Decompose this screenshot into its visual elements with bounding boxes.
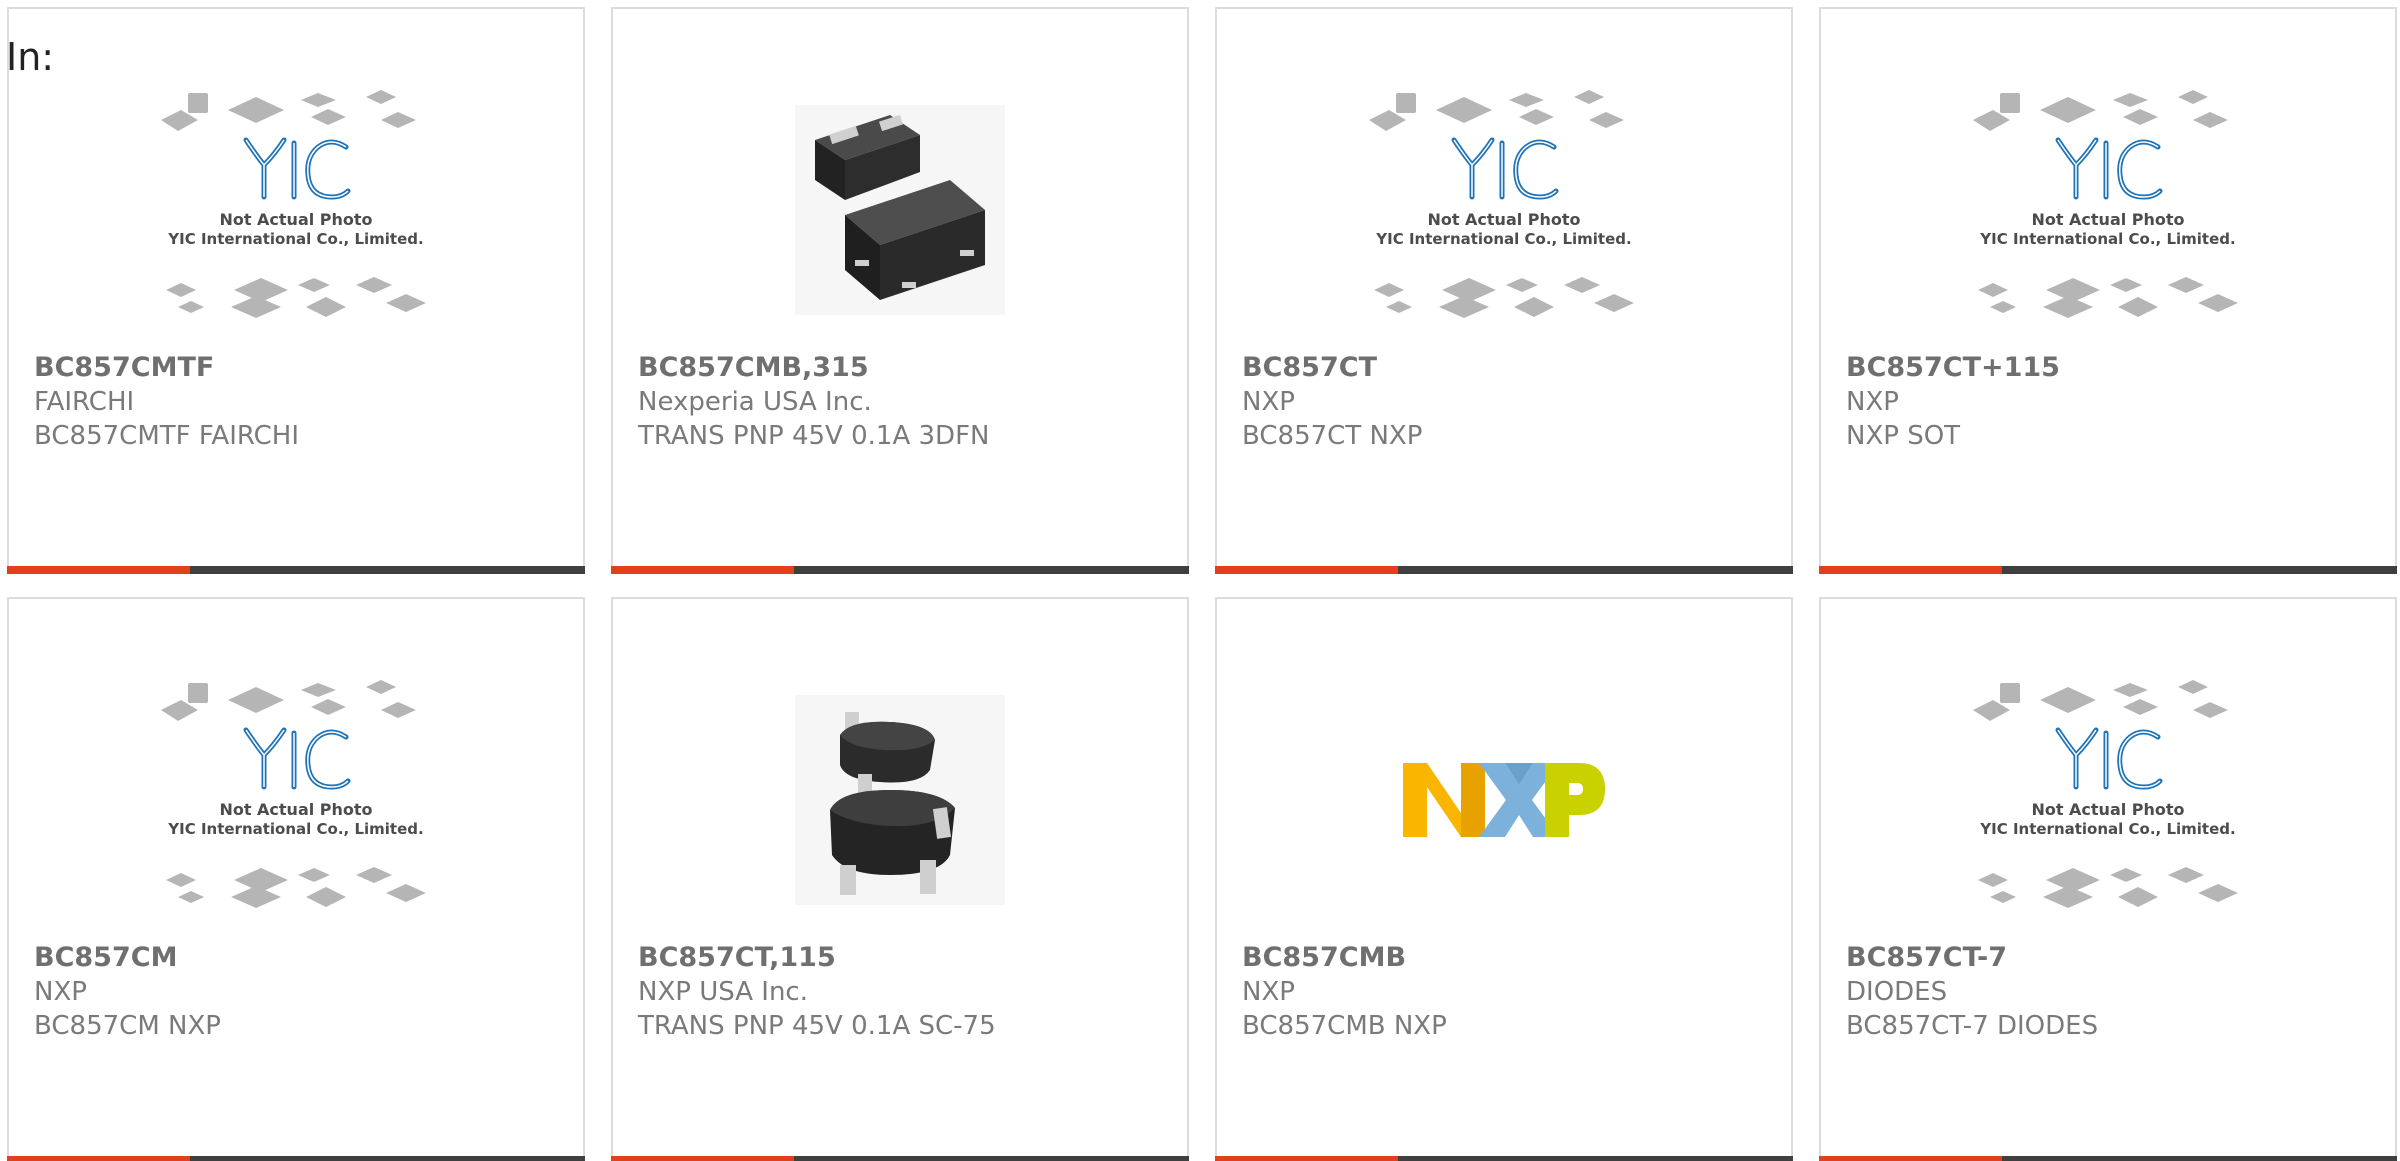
product-image-placeholder: Not Actual Photo YIC International Co., …	[49, 667, 543, 933]
dfn-package-photo	[795, 105, 1005, 315]
placeholder-line1: Not Actual Photo	[219, 210, 372, 229]
part-number[interactable]: BC857CT-7	[1846, 941, 2375, 975]
placeholder-line2: YIC International Co., Limited.	[167, 820, 423, 838]
manufacturer: FAIRCHI	[34, 387, 135, 417]
description: BC857CMB NXP	[1242, 1011, 1447, 1041]
product-card[interactable]: BC857CMB,315 Nexperia USA Inc. TRANS PNP…	[611, 7, 1189, 574]
product-info: BC857CT NXP BC857CT NXP	[1242, 351, 1771, 453]
product-image-sc75-package	[653, 667, 1147, 933]
part-number[interactable]: BC857CMB,315	[638, 351, 1167, 385]
card-bottom-bar	[611, 1156, 1189, 1161]
product-card[interactable]: Not Actual Photo YIC International Co., …	[7, 7, 585, 574]
product-card[interactable]: Not Actual Photo YIC International Co., …	[1215, 7, 1793, 574]
card-bottom-bar	[1819, 566, 2397, 574]
yic-placeholder-image: Not Actual Photo YIC International Co., …	[1973, 680, 2238, 908]
card-bottom-bar	[1215, 1156, 1793, 1161]
card-accent	[1215, 1156, 1398, 1161]
card-bottom-bar	[7, 1156, 585, 1161]
product-card[interactable]: BC857CMB NXP BC857CMB NXP	[1215, 597, 1793, 1161]
description: TRANS PNP 45V 0.1A 3DFN	[638, 421, 990, 451]
product-grid-page: In: Not Actual Photo YIC International C…	[0, 0, 2400, 1161]
card-bottom-bar	[1819, 1156, 2397, 1161]
description: BC857CM NXP	[34, 1011, 221, 1041]
product-info: BC857CM NXP BC857CM NXP	[34, 941, 563, 1043]
yic-placeholder-image: Not Actual Photo YIC International Co., …	[161, 90, 426, 318]
yic-placeholder-image: Not Actual Photo YIC International Co., …	[161, 680, 426, 908]
card-bottom-bar	[7, 566, 585, 574]
placeholder-line2: YIC International Co., Limited.	[167, 230, 423, 248]
card-bottom-bar	[611, 566, 1189, 574]
yic-placeholder-image: Not Actual Photo YIC International Co., …	[1973, 90, 2238, 318]
part-number[interactable]: BC857CT	[1242, 351, 1771, 385]
part-number[interactable]: BC857CT+115	[1846, 351, 2375, 385]
in-label: In:	[6, 35, 55, 79]
placeholder-line2: YIC International Co., Limited.	[1375, 230, 1631, 248]
product-info: BC857CMTF FAIRCHI BC857CMTF FAIRCHI	[34, 351, 563, 453]
product-image-placeholder: Not Actual Photo YIC International Co., …	[1257, 77, 1751, 343]
part-number[interactable]: BC857CM	[34, 941, 563, 975]
nxp-logo-icon	[1403, 763, 1605, 837]
part-number[interactable]: BC857CT,115	[638, 941, 1167, 975]
description: TRANS PNP 45V 0.1A SC-75	[638, 1011, 996, 1041]
manufacturer: NXP	[34, 977, 87, 1007]
description: BC857CMTF FAIRCHI	[34, 421, 300, 451]
product-grid: Not Actual Photo YIC International Co., …	[0, 0, 2400, 1161]
product-info: BC857CT+115 NXP NXP SOT	[1846, 351, 2375, 453]
description: NXP SOT	[1846, 421, 1961, 451]
product-card[interactable]: BC857CT,115 NXP USA Inc. TRANS PNP 45V 0…	[611, 597, 1189, 1161]
product-image-placeholder: Not Actual Photo YIC International Co., …	[49, 77, 543, 343]
description: BC857CT-7 DIODES	[1846, 1011, 2099, 1041]
product-card[interactable]: Not Actual Photo YIC International Co., …	[1819, 597, 2397, 1161]
card-accent	[7, 1156, 190, 1161]
manufacturer: NXP	[1242, 977, 1295, 1007]
description: BC857CT NXP	[1242, 421, 1423, 451]
product-image-placeholder: Not Actual Photo YIC International Co., …	[1861, 77, 2355, 343]
card-accent	[7, 566, 190, 574]
product-card[interactable]: Not Actual Photo YIC International Co., …	[1819, 7, 2397, 574]
product-info: BC857CT-7 DIODES BC857CT-7 DIODES	[1846, 941, 2375, 1043]
product-image-dfn-package	[653, 77, 1147, 343]
card-accent	[1215, 566, 1398, 574]
product-card[interactable]: Not Actual Photo YIC International Co., …	[7, 597, 585, 1161]
manufacturer: DIODES	[1846, 977, 1948, 1007]
card-bottom-bar	[1215, 566, 1793, 574]
part-number[interactable]: BC857CMB	[1242, 941, 1771, 975]
placeholder-line1: Not Actual Photo	[219, 800, 372, 819]
sc75-package-photo	[795, 695, 1005, 905]
part-number[interactable]: BC857CMTF	[34, 351, 563, 385]
placeholder-line1: Not Actual Photo	[2031, 800, 2184, 819]
product-info: BC857CMB NXP BC857CMB NXP	[1242, 941, 1771, 1043]
card-accent	[611, 1156, 794, 1161]
manufacturer: NXP	[1846, 387, 1899, 417]
manufacturer: NXP USA Inc.	[638, 977, 808, 1007]
card-accent	[1819, 1156, 2002, 1161]
placeholder-line2: YIC International Co., Limited.	[1979, 820, 2235, 838]
placeholder-line2: YIC International Co., Limited.	[1979, 230, 2235, 248]
manufacturer: Nexperia USA Inc.	[638, 387, 872, 417]
placeholder-line1: Not Actual Photo	[2031, 210, 2184, 229]
product-image-nxp-logo	[1257, 667, 1751, 933]
placeholder-line1: Not Actual Photo	[1427, 210, 1580, 229]
product-info: BC857CT,115 NXP USA Inc. TRANS PNP 45V 0…	[638, 941, 1167, 1043]
product-image-placeholder: Not Actual Photo YIC International Co., …	[1861, 667, 2355, 933]
product-info: BC857CMB,315 Nexperia USA Inc. TRANS PNP…	[638, 351, 1167, 453]
card-accent	[611, 566, 794, 574]
manufacturer: NXP	[1242, 387, 1295, 417]
card-accent	[1819, 566, 2002, 574]
yic-placeholder-image: Not Actual Photo YIC International Co., …	[1369, 90, 1634, 318]
